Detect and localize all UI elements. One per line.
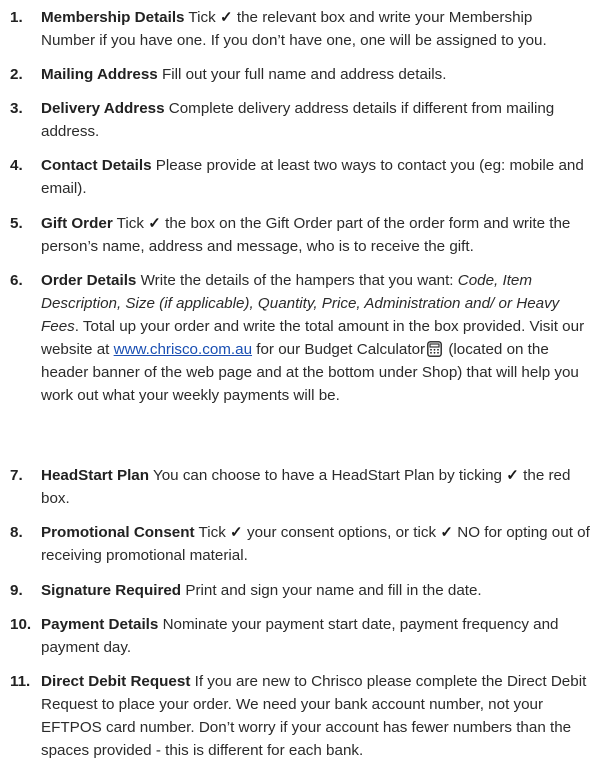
item-number: 2. <box>10 66 23 83</box>
item-title: Payment Details <box>41 616 159 633</box>
list-item: 10. Payment Details Nominate your paymen… <box>0 613 598 659</box>
list-item: 7. HeadStart Plan You can choose to have… <box>0 464 598 510</box>
website-link[interactable]: www.chrisco.com.au <box>114 341 252 358</box>
item-text: Membership Details Tick ✓ the relevant b… <box>41 9 547 49</box>
list-item: 8. Promotional Consent Tick ✓ your conse… <box>0 521 598 567</box>
list-item: 11. Direct Debit Request If you are new … <box>0 670 598 762</box>
tick-icon: ✓ <box>506 467 519 484</box>
list-item: 3. Delivery Address Complete delivery ad… <box>0 97 598 143</box>
list-item: 1. Membership Details Tick ✓ the relevan… <box>0 6 598 52</box>
item-number: 9. <box>10 582 23 599</box>
item-text: Direct Debit Request If you are new to C… <box>41 673 587 759</box>
item-title: Gift Order <box>41 215 113 232</box>
item-text: Promotional Consent Tick ✓ your consent … <box>41 524 590 564</box>
item-number: 1. <box>10 9 23 26</box>
item-number: 10. <box>10 616 32 633</box>
item-text: HeadStart Plan You can choose to have a … <box>41 467 571 507</box>
calculator-icon <box>427 341 442 357</box>
item-text: Contact Details Please provide at least … <box>41 157 584 197</box>
item-title: Direct Debit Request <box>41 673 191 690</box>
item-text: Order Details Write the details of the h… <box>41 272 585 404</box>
item-number: 4. <box>10 157 23 174</box>
list-item: 6. Order Details Write the details of th… <box>0 269 598 407</box>
list-item: 5. Gift Order Tick ✓ the box on the Gift… <box>0 212 598 258</box>
tick-icon: ✓ <box>148 215 161 232</box>
item-text: Payment Details Nominate your payment st… <box>41 616 559 656</box>
list-item: 9. Signature Required Print and sign you… <box>0 579 598 602</box>
item-title: Mailing Address <box>41 66 158 83</box>
item-number: 7. <box>10 467 23 484</box>
item-text: Gift Order Tick ✓ the box on the Gift Or… <box>41 215 571 255</box>
list-item: 4. Contact Details Please provide at lea… <box>0 154 598 200</box>
item-number: 6. <box>10 272 23 289</box>
item-title: Membership Details <box>41 9 185 26</box>
item-number: 11. <box>10 673 31 690</box>
tick-icon: ✓ <box>230 524 243 541</box>
item-number: 8. <box>10 524 23 541</box>
item-number: 3. <box>10 100 23 117</box>
list-item: 2. Mailing Address Fill out your full na… <box>0 63 598 86</box>
item-text: Signature Required Print and sign your n… <box>41 582 482 599</box>
item-title: Order Details <box>41 272 137 289</box>
item-title: HeadStart Plan <box>41 467 150 484</box>
item-title: Delivery Address <box>41 100 165 117</box>
item-number: 5. <box>10 215 23 232</box>
item-title: Promotional Consent <box>41 524 195 541</box>
item-text: Mailing Address Fill out your full name … <box>41 66 447 83</box>
item-text: Delivery Address Complete delivery addre… <box>41 100 555 140</box>
item-title: Contact Details <box>41 157 152 174</box>
item-title: Signature Required <box>41 582 182 599</box>
tick-icon: ✓ <box>440 524 454 541</box>
tick-icon: ✓ <box>219 9 233 26</box>
